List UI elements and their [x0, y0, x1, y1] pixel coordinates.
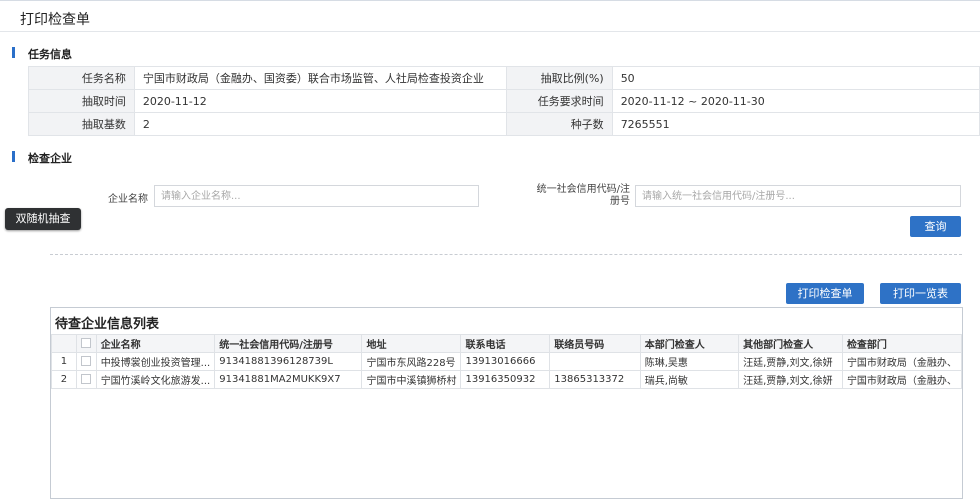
- section-marker: [12, 47, 15, 58]
- phone-cell: 13916350932: [460, 370, 551, 389]
- task-section-label: 任务信息: [28, 48, 72, 61]
- page-title: 打印检查单: [20, 12, 90, 28]
- credit-code-input[interactable]: [635, 185, 961, 207]
- table-row[interactable]: 1 中投博裳创业投资管理... 91341881396128739L 宁国市东风…: [51, 352, 963, 371]
- print-list-button[interactable]: 打印一览表: [880, 283, 961, 304]
- pending-enterprise-grid: 待查企业信息列表 企业名称 统一社会信用代码/注册号 地址 联系电话 联络员号码…: [50, 307, 963, 499]
- draw-time-value: 2020-11-12: [133, 89, 507, 113]
- table-row[interactable]: 2 宁国竹溪岭文化旅游发... 91341881MA2MUKK9X7 宁国市中溪…: [51, 370, 963, 389]
- other-inspectors-link[interactable]: 汪廷,贾静,刘文,徐妍: [738, 352, 843, 371]
- task-name-value: 宁国市财政局（金融办、国资委）联合市场监管、人社局检查投资企业: [133, 66, 507, 90]
- section-marker: [12, 151, 15, 162]
- task-name-label: 任务名称: [28, 66, 135, 90]
- liaison-cell: 13865313372: [549, 370, 641, 389]
- task-info-row: 任务名称 宁国市财政局（金融办、国资委）联合市场监管、人社局检查投资企业 抽取比…: [28, 66, 980, 90]
- task-section-title: 任务信息: [12, 46, 72, 62]
- enterprise-section-title: 检查企业: [12, 150, 72, 166]
- seed-value: 7265551: [611, 112, 980, 136]
- divider: [50, 254, 962, 255]
- col-header[interactable]: 联络员号码: [549, 334, 641, 353]
- draw-time-label: 抽取时间: [28, 89, 135, 113]
- index-header: [51, 334, 77, 353]
- credit-code-cell: 91341881396128739L: [214, 352, 363, 371]
- search-button[interactable]: 查询: [910, 216, 961, 237]
- row-select[interactable]: [75, 370, 97, 389]
- other-inspectors-link[interactable]: 汪廷,贾静,刘文,徐妍: [738, 370, 843, 389]
- enterprise-name-cell: 中投博裳创业投资管理...: [95, 352, 216, 371]
- base-count-value: 2: [133, 112, 507, 136]
- base-count-label: 抽取基数: [28, 112, 135, 136]
- credit-code-label: 统一社会信用代码/注册号: [536, 184, 630, 207]
- col-header[interactable]: 本部门检查人: [639, 334, 740, 353]
- table-header-row: 企业名称 统一社会信用代码/注册号 地址 联系电话 联络员号码 本部门检查人 其…: [51, 334, 963, 353]
- page-header: 打印检查单: [0, 4, 980, 32]
- seed-label: 种子数: [505, 112, 613, 136]
- ratio-value: 50: [611, 66, 980, 90]
- col-header[interactable]: 地址: [361, 334, 462, 353]
- address-cell: 宁国市东风路228号: [361, 352, 462, 371]
- row-select[interactable]: [75, 352, 97, 371]
- required-time-label: 任务要求时间: [505, 89, 613, 113]
- enterprise-name-cell: 宁国竹溪岭文化旅游发...: [95, 370, 216, 389]
- inspectors-cell: 瑞兵,尚敏: [639, 370, 740, 389]
- phone-cell: 13913016666: [460, 352, 551, 371]
- address-cell: 宁国市中溪镇狮桥村: [361, 370, 462, 389]
- grid-title: 待查企业信息列表: [55, 317, 160, 332]
- ratio-label: 抽取比例(%): [505, 66, 613, 90]
- col-header[interactable]: 其他部门检查人: [738, 334, 843, 353]
- row-checkbox[interactable]: [81, 374, 92, 384]
- top-border: [0, 0, 980, 3]
- enterprise-name-label: 企业名称: [108, 194, 148, 205]
- task-info-row: 抽取时间 2020-11-12 任务要求时间 2020-11-12 ~ 2020…: [28, 89, 980, 113]
- double-random-tag[interactable]: 双随机抽查: [5, 208, 81, 230]
- enterprise-section-label: 检查企业: [28, 152, 72, 165]
- enterprise-table: 企业名称 统一社会信用代码/注册号 地址 联系电话 联络员号码 本部门检查人 其…: [51, 334, 963, 389]
- col-header[interactable]: 联系电话: [460, 334, 551, 353]
- task-info-table: 任务名称 宁国市财政局（金融办、国资委）联合市场监管、人社局检查投资企业 抽取比…: [28, 66, 980, 136]
- department-cell: 宁国市财政局（金融办、: [841, 352, 963, 371]
- print-check-button[interactable]: 打印检查单: [786, 283, 864, 304]
- inspectors-cell: 陈琳,吴惠: [639, 352, 740, 371]
- liaison-cell: [549, 352, 641, 371]
- col-header[interactable]: 企业名称: [95, 334, 216, 353]
- task-info-row: 抽取基数 2 种子数 7265551: [28, 112, 980, 136]
- credit-code-cell: 91341881MA2MUKK9X7: [214, 370, 363, 389]
- row-index: 2: [51, 370, 77, 389]
- department-cell: 宁国市财政局（金融办、: [841, 370, 963, 389]
- select-all-header[interactable]: [75, 334, 97, 353]
- select-all-checkbox[interactable]: [80, 338, 91, 348]
- row-index: 1: [51, 352, 77, 371]
- enterprise-name-input[interactable]: [154, 185, 479, 207]
- col-header[interactable]: 统一社会信用代码/注册号: [214, 334, 363, 353]
- col-header[interactable]: 检查部门: [841, 334, 963, 353]
- row-checkbox[interactable]: [81, 356, 92, 366]
- required-time-value: 2020-11-12 ~ 2020-11-30: [611, 89, 980, 113]
